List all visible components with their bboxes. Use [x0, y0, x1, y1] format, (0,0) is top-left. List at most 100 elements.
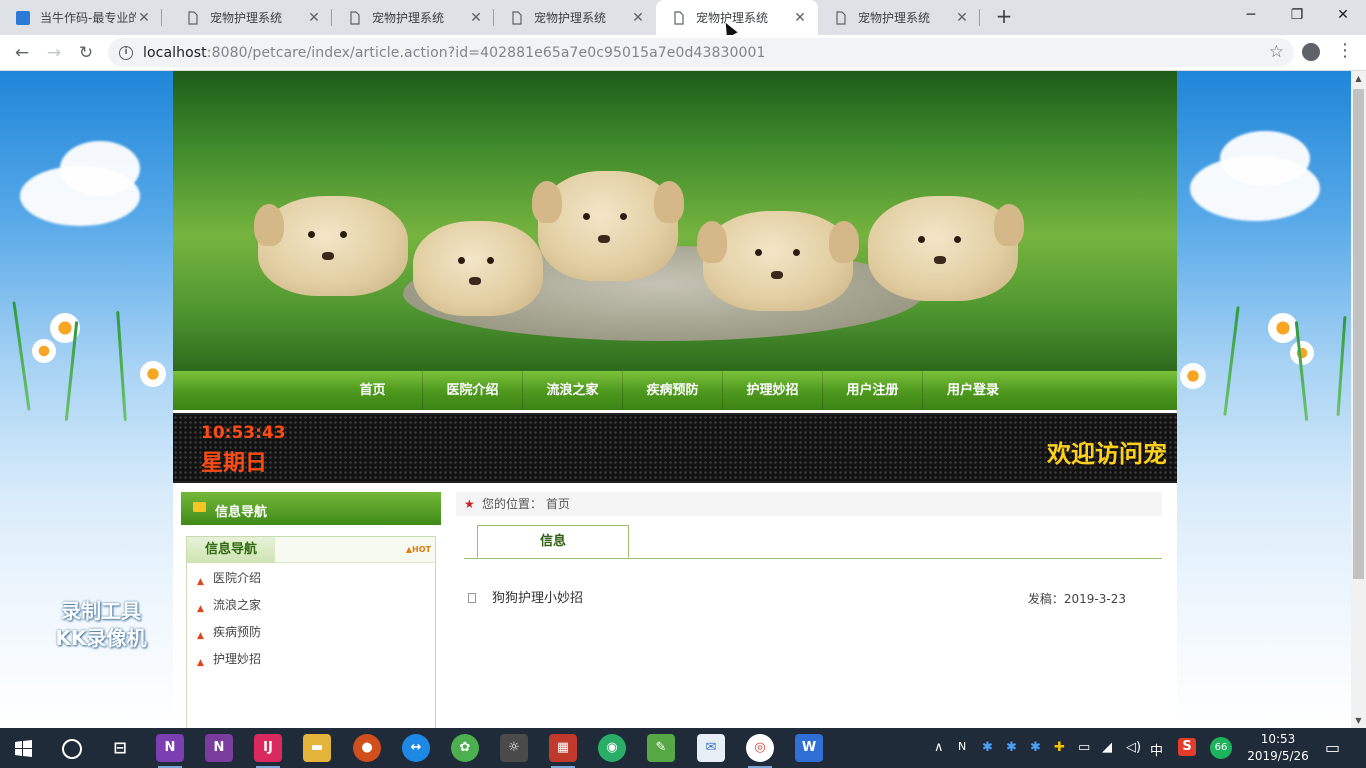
back-button[interactable]: ← [9, 40, 35, 66]
led-clock: 10:53:43 [201, 423, 286, 443]
article-title-link[interactable]: 狗狗护理小妙招 [492, 588, 583, 610]
url-text[interactable]: localhost:8080/petcare/index/article.act… [143, 45, 766, 61]
close-tab-icon[interactable]: ✕ [136, 10, 152, 26]
tray-star-icon[interactable]: ✱ [982, 740, 993, 755]
forward-button[interactable]: → [41, 40, 67, 66]
cloud-decoration [1220, 131, 1310, 186]
article-list-item[interactable]: 狗狗护理小妙招 发稿：2019-3-23 [466, 588, 1126, 610]
site-info-icon[interactable]: i [119, 45, 133, 60]
nav-register[interactable]: 用户注册 [823, 371, 923, 410]
cloud-decoration [60, 141, 140, 196]
sidebar-link-hospital[interactable]: ▲ 医院介绍 [187, 569, 261, 596]
green-app-icon[interactable]: ✿ [451, 734, 479, 762]
recorder-watermark: 录制工具 KK录像机 [55, 599, 147, 650]
nav-login[interactable]: 用户登录 [923, 371, 1023, 410]
onenote-alt-app-icon[interactable]: N [205, 734, 233, 762]
puppies-banner-image [173, 71, 1177, 371]
mail-app-icon[interactable]: ✉ [697, 734, 725, 762]
scrollbar-thumb[interactable] [1353, 89, 1364, 579]
browser-menu-icon[interactable]: ⋮ [1336, 40, 1354, 62]
flower-decoration [32, 339, 56, 363]
browser-tab-4[interactable]: 宠物护理系统 ✕ [494, 0, 656, 35]
close-tab-icon[interactable]: ✕ [630, 10, 646, 26]
puppy-image [532, 171, 684, 281]
nav-disease-prevention[interactable]: 疾病预防 [623, 371, 723, 410]
intellij-app-icon[interactable]: IJ [254, 734, 282, 768]
star-icon: ★ [464, 497, 475, 511]
address-bar[interactable]: i localhost:8080/petcare/index/article.a… [108, 38, 1294, 67]
sidebar-link-disease-prevention[interactable]: ▲ 疾病预防 [187, 623, 261, 650]
main-navigation: 首页 医院介绍 流浪之家 疾病预防 护理妙招 用户注册 用户登录 [173, 371, 1177, 410]
notepad-app-icon[interactable]: ✎ [647, 734, 675, 762]
file-explorer-icon[interactable]: ▬ [303, 734, 331, 762]
speed-badge[interactable]: 66 [1210, 737, 1232, 759]
onenote-app-icon[interactable]: N [156, 734, 184, 768]
reload-button[interactable]: ↻ [73, 40, 99, 66]
breadcrumb-home-link[interactable]: 首页 [546, 497, 570, 511]
tray-star-icon[interactable]: ✱ [1030, 740, 1041, 755]
browser-tab-3[interactable]: 宠物护理系统 ✕ [332, 0, 494, 35]
sidebar-tab[interactable]: 信息导航 [187, 537, 275, 563]
show-hidden-icons-icon[interactable]: ∧ [934, 740, 944, 755]
browser-tab-5-active[interactable]: 宠物护理系统 ✕ [656, 0, 818, 35]
arrow-up-icon: ▲ [197, 604, 204, 614]
volume-icon[interactable]: ◁) [1126, 740, 1141, 755]
browser-tab-2[interactable]: 宠物护理系统 ✕ [170, 0, 332, 35]
tray-star-icon[interactable]: ✱ [1006, 740, 1017, 755]
nav-care-tips[interactable]: 护理妙招 [723, 371, 823, 410]
flower-decoration [1180, 363, 1206, 389]
teamviewer-icon[interactable]: ↔ [402, 734, 430, 762]
nav-hospital[interactable]: 医院介绍 [423, 371, 523, 410]
close-tab-icon[interactable]: ✕ [792, 10, 808, 26]
scroll-down-arrow-icon[interactable]: ▼ [1351, 713, 1366, 728]
bookmark-star-icon[interactable]: ☆ [1269, 42, 1284, 62]
page-scrollbar[interactable]: ▲ ▼ [1351, 71, 1366, 728]
network-icon[interactable]: ◢ [1102, 740, 1112, 755]
flower-decoration [140, 361, 166, 387]
scroll-up-arrow-icon[interactable]: ▲ [1351, 71, 1366, 86]
nav-home[interactable]: 首页 [323, 371, 423, 410]
browser-tab-1[interactable]: 当牛作码-最专业的 ✕ [0, 0, 162, 35]
sidebar-link-list: ▲ 医院介绍 ▲ 流浪之家 ▲ 疾病预防 ▲ 护理妙招 [187, 569, 261, 677]
sidebar-link-stray-home[interactable]: ▲ 流浪之家 [187, 596, 261, 623]
close-tab-icon[interactable]: ✕ [468, 10, 484, 26]
chrome-app-icon[interactable]: ◎ [746, 734, 774, 768]
tray-plus-icon[interactable]: ✚ [1054, 740, 1065, 755]
eclipse-app-icon[interactable]: ☼ [500, 734, 528, 762]
close-tab-icon[interactable]: ✕ [306, 10, 322, 26]
tab-title: 宠物护理系统 [858, 11, 931, 25]
nav-stray-home[interactable]: 流浪之家 [523, 371, 623, 410]
minimize-button[interactable]: ─ [1228, 0, 1274, 30]
design-app-icon[interactable]: ▦ [549, 734, 577, 768]
profile-avatar-icon[interactable] [1302, 43, 1320, 61]
content-tabs: 信息 [464, 525, 1162, 559]
tray-app-icon[interactable]: N [958, 740, 966, 753]
ime-indicator[interactable]: 中 [1150, 740, 1163, 759]
page-icon [674, 10, 684, 25]
restore-button[interactable]: ❐ [1274, 0, 1320, 30]
battery-icon[interactable]: ▭ [1078, 740, 1090, 755]
welcome-marquee: 欢迎访问宠 [1047, 440, 1167, 468]
taskbar-clock[interactable]: 10:53 2019/5/26 [1240, 731, 1316, 765]
fox-app-icon[interactable]: ● [353, 734, 381, 762]
wps-app-icon[interactable]: W [795, 734, 823, 762]
notifications-icon[interactable]: ▭ [1325, 738, 1340, 757]
windows-start-icon[interactable] [15, 740, 32, 757]
puppy-image [254, 196, 408, 296]
sogou-ime-icon[interactable]: S [1178, 738, 1196, 756]
close-tab-icon[interactable]: ✕ [954, 10, 970, 26]
browser-tab-strip: 当牛作码-最专业的 ✕ 宠物护理系统 ✕ 宠物护理系统 ✕ 宠物护理系统 ✕ 宠… [0, 0, 1366, 38]
sidebar-link-care-tips[interactable]: ▲ 护理妙招 [187, 650, 261, 677]
page-icon [350, 10, 360, 25]
tab-title: 宠物护理系统 [372, 11, 445, 25]
tab-info[interactable]: 信息 [477, 525, 629, 558]
search-icon[interactable] [62, 739, 82, 759]
tab-title: 当牛作码-最专业的 [40, 11, 136, 25]
wechat-icon[interactable]: ◉ [598, 734, 626, 762]
arrow-up-icon: ▲ [197, 631, 204, 641]
info-sidebar: 信息导航 信息导航 ▲HOT ▲ 医院介绍 ▲ 流浪之家 ▲ 疾病预防 ▲ 护理妙招 [181, 492, 441, 728]
new-tab-button[interactable]: + [992, 4, 1016, 28]
browser-tab-6[interactable]: 宠物护理系统 ✕ [818, 0, 980, 35]
close-window-button[interactable]: ✕ [1320, 0, 1366, 30]
task-view-icon[interactable]: ⊟ [106, 734, 134, 762]
